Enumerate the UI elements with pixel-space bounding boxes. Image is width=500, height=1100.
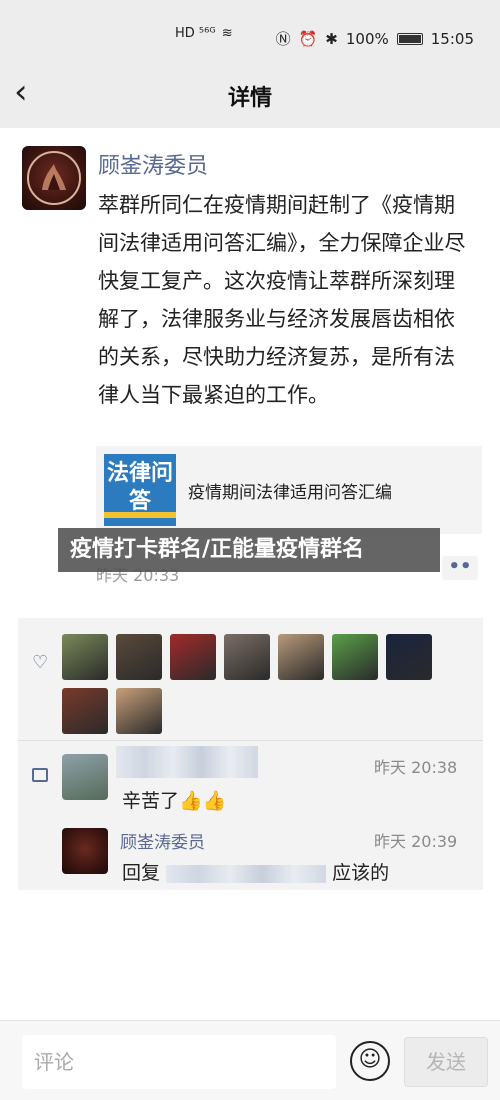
heart-icon: ♡ xyxy=(32,652,49,673)
thumbnail-stripe xyxy=(104,512,176,518)
like-avatar[interactable] xyxy=(116,688,162,734)
emoji-icon[interactable]: ☺ xyxy=(350,1041,390,1081)
comment-input[interactable]: 评论 xyxy=(22,1035,336,1089)
comment-time: 昨天 20:38 xyxy=(374,758,458,777)
comment-text: 辛苦了👍👍 xyxy=(122,790,227,812)
page-title: 详情 xyxy=(227,86,272,111)
alarm-icon: ⏰ xyxy=(298,29,318,48)
commenter-name[interactable]: 顾崟涛委员 xyxy=(120,828,205,853)
like-avatar-list xyxy=(62,634,472,734)
logo-icon xyxy=(27,151,81,205)
interaction-panel: ♡ 昨天 20:38 辛苦了👍👍 顾崟涛委员 昨天 20:39 回复 应该的 xyxy=(18,618,483,890)
battery-icon xyxy=(396,32,423,45)
like-avatar[interactable] xyxy=(170,634,216,680)
like-avatar[interactable] xyxy=(224,634,270,680)
commenter-avatar[interactable] xyxy=(62,828,108,874)
overlay-banner: 疫情打卡群名/正能量疫情群名 xyxy=(58,528,440,572)
post-text: 萃群所同仁在疫情期间赶制了《疫情期间法律适用问答汇编》，全力保障企业尽快复工复产… xyxy=(98,193,466,407)
link-title: 疫情期间法律适用问答汇编 xyxy=(188,483,392,503)
like-avatar[interactable] xyxy=(278,634,324,680)
like-avatar[interactable] xyxy=(116,634,162,680)
link-thumbnail-text: 法律问答 xyxy=(106,461,173,514)
commenter-avatar[interactable] xyxy=(62,754,108,800)
more-actions-button[interactable]: •• xyxy=(442,556,478,580)
comment-icon xyxy=(32,768,48,782)
comment-text: 回复 应该的 xyxy=(122,858,389,885)
send-button[interactable]: 发送 xyxy=(404,1037,488,1087)
like-avatar[interactable] xyxy=(62,688,108,734)
wifi-icon: ≋ xyxy=(221,26,233,41)
reply-prefix: 回复 xyxy=(122,862,161,884)
author-avatar[interactable] xyxy=(22,146,86,210)
link-thumbnail: 法律问答 xyxy=(104,454,176,526)
like-avatar[interactable] xyxy=(62,634,108,680)
author-name[interactable]: 顾崟涛委员 xyxy=(98,148,208,180)
nfc-icon: Ⓝ xyxy=(275,30,291,48)
battery-percent: 100% xyxy=(345,29,389,48)
bluetooth-icon: ✱ xyxy=(325,29,338,48)
like-avatar[interactable] xyxy=(332,634,378,680)
like-avatar[interactable] xyxy=(386,634,432,680)
network-label: HD ⁵⁶ᴳ xyxy=(175,26,216,41)
network-status: HD ⁵⁶ᴳ ≋ xyxy=(175,26,233,41)
nav-bar: ‹ 详情 xyxy=(0,60,500,128)
commenter-name-redacted xyxy=(116,746,258,778)
redacted-name xyxy=(166,864,327,883)
status-right: Ⓝ ⏰ ✱ 100% 15:05 xyxy=(276,28,474,49)
reply-text: 应该的 xyxy=(332,862,390,884)
comment-bar: 评论 ☺ 发送 xyxy=(0,1020,500,1100)
comment-time: 昨天 20:39 xyxy=(374,832,458,851)
shared-link-card[interactable]: 法律问答 疫情期间法律适用问答汇编 xyxy=(96,446,482,534)
clock: 15:05 xyxy=(430,29,474,48)
divider xyxy=(18,740,483,741)
